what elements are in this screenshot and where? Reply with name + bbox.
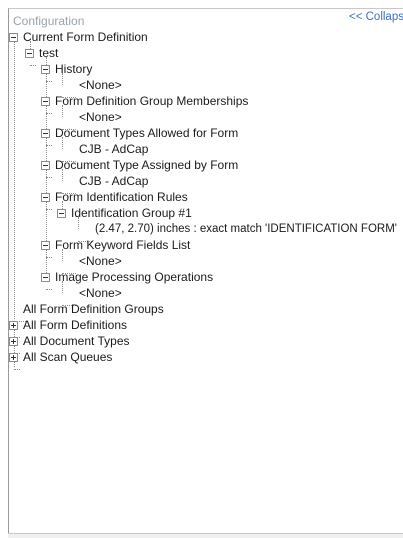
tree-connector [46, 113, 52, 114]
tree-node-label: (2.47, 2.70) inches : exact match 'IDENT… [95, 223, 397, 235]
collapse-link[interactable]: << Collapse [349, 11, 403, 23]
collapse-toggle-icon[interactable] [41, 161, 50, 170]
tree-node-label: <None> [79, 78, 122, 92]
collapse-toggle-icon[interactable] [41, 65, 50, 74]
tree-node-label: CJB - AdCap [79, 142, 149, 156]
tree-node-label: Form Definition Group Memberships [55, 94, 249, 108]
tree-node-label: Form Identification Rules [55, 190, 188, 204]
tree-connector [46, 145, 52, 146]
tree-node-label: Document Types Allowed for Form [55, 126, 239, 140]
collapse-toggle-icon[interactable] [41, 273, 50, 282]
collapse-toggle-icon[interactable] [41, 193, 50, 202]
expand-toggle-icon[interactable] [9, 353, 18, 362]
panel-header: Configuration << Collapse [9, 9, 403, 29]
tree-node-label: Form Keyword Fields List [55, 238, 191, 252]
tree-node-label: All Document Types [23, 334, 130, 348]
tree-node-label: <None> [79, 110, 122, 124]
tree-node-label: <None> [79, 254, 122, 268]
tree-node-label: Image Processing Operations [55, 270, 214, 284]
collapse-toggle-icon[interactable] [57, 209, 66, 218]
collapse-toggle-icon[interactable] [25, 49, 34, 58]
tree-node-label: History [55, 62, 93, 76]
tree-connector [46, 257, 52, 258]
tree-node-label: All Form Definitions [23, 318, 128, 332]
tree-connector [46, 177, 52, 178]
tree-node-label: Current Form Definition [23, 30, 148, 44]
expand-toggle-icon[interactable] [9, 337, 18, 346]
tree-node-label: <None> [79, 286, 122, 300]
collapse-toggle-icon[interactable] [41, 97, 50, 106]
expand-toggle-icon[interactable] [9, 321, 18, 330]
tree-connector [46, 209, 52, 210]
configuration-panel: Configuration << Collapse [8, 8, 403, 537]
tree-node-label: CJB - AdCap [79, 174, 149, 188]
tree-connector [30, 65, 36, 66]
tree-node-label: All Form Definition Groups [23, 302, 164, 316]
panel-bottom-edge [8, 533, 403, 538]
collapse-toggle-icon[interactable] [41, 241, 50, 250]
tree-connector [14, 41, 15, 319]
tree-connector [46, 81, 52, 82]
tree-node-label: Document Type Assigned by Form [55, 158, 239, 172]
tree-node-label: Identification Group #1 [71, 206, 192, 220]
collapse-toggle-icon[interactable] [9, 33, 18, 42]
tree-node-label: All Scan Queues [23, 350, 113, 364]
tree-node-label: test [39, 46, 59, 60]
collapse-toggle-icon[interactable] [41, 129, 50, 138]
tree-connector [46, 289, 52, 290]
panel-title: Configuration [13, 14, 85, 28]
tree-connector [14, 369, 20, 370]
